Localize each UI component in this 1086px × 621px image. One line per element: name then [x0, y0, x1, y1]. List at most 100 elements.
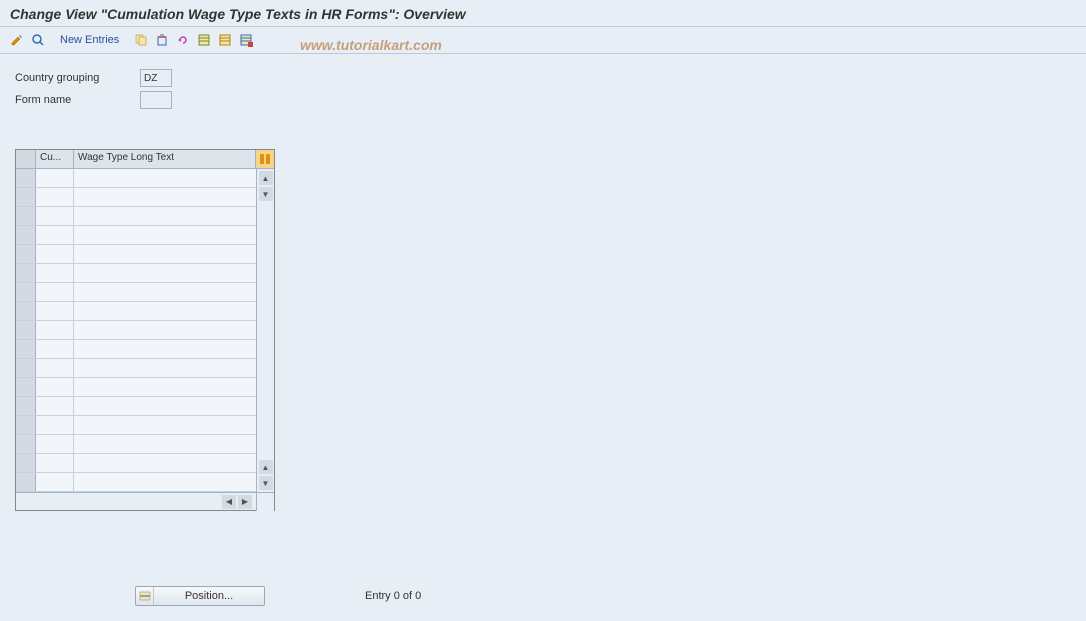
copy-icon[interactable] — [132, 31, 150, 49]
cell-cumulation[interactable] — [36, 169, 74, 187]
row-selector[interactable] — [16, 359, 36, 377]
cell-wagetype[interactable] — [74, 340, 256, 358]
country-grouping-field[interactable] — [140, 69, 172, 87]
cell-cumulation[interactable] — [36, 359, 74, 377]
row-selector[interactable] — [16, 226, 36, 244]
row-selector[interactable] — [16, 302, 36, 320]
cell-cumulation[interactable] — [36, 226, 74, 244]
row-selector[interactable] — [16, 435, 36, 453]
cell-wagetype[interactable] — [74, 473, 256, 491]
cell-cumulation[interactable] — [36, 340, 74, 358]
cell-cumulation[interactable] — [36, 321, 74, 339]
cell-wagetype[interactable] — [74, 169, 256, 187]
table-row — [16, 416, 256, 435]
row-selector[interactable] — [16, 321, 36, 339]
watermark-text: www.tutorialkart.com — [300, 37, 442, 53]
scroll-right-icon[interactable]: ▶ — [238, 495, 252, 509]
cell-cumulation[interactable] — [36, 302, 74, 320]
row-selector[interactable] — [16, 283, 36, 301]
col-header-wagetype[interactable]: Wage Type Long Text — [74, 150, 256, 168]
table-row — [16, 226, 256, 245]
cell-cumulation[interactable] — [36, 264, 74, 282]
row-selector[interactable] — [16, 454, 36, 472]
table-row — [16, 340, 256, 359]
cell-cumulation[interactable] — [36, 454, 74, 472]
cell-wagetype[interactable] — [74, 416, 256, 434]
scroll-down-step-icon[interactable]: ▼ — [259, 187, 273, 201]
new-entries-button[interactable]: New Entries — [54, 32, 125, 48]
table-row — [16, 454, 256, 473]
position-label: Position... — [154, 590, 264, 602]
cell-wagetype[interactable] — [74, 359, 256, 377]
form-name-label: Form name — [15, 94, 140, 106]
row-selector[interactable] — [16, 188, 36, 206]
table-row — [16, 378, 256, 397]
table-row — [16, 169, 256, 188]
cell-cumulation[interactable] — [36, 245, 74, 263]
row-selector[interactable] — [16, 473, 36, 491]
row-selector[interactable] — [16, 207, 36, 225]
scroll-left-icon[interactable]: ◀ — [222, 495, 236, 509]
row-selector[interactable] — [16, 264, 36, 282]
cell-wagetype[interactable] — [74, 435, 256, 453]
cell-cumulation[interactable] — [36, 188, 74, 206]
table-row — [16, 188, 256, 207]
table-row — [16, 245, 256, 264]
scroll-corner — [256, 493, 274, 511]
select-all-rows[interactable] — [16, 150, 36, 168]
cell-cumulation[interactable] — [36, 435, 74, 453]
table-row — [16, 264, 256, 283]
row-selector[interactable] — [16, 340, 36, 358]
cell-cumulation[interactable] — [36, 207, 74, 225]
undo-icon[interactable] — [174, 31, 192, 49]
cell-wagetype[interactable] — [74, 397, 256, 415]
cell-wagetype[interactable] — [74, 188, 256, 206]
table-row — [16, 435, 256, 454]
position-button[interactable]: Position... — [135, 586, 265, 606]
deselect-all-icon[interactable] — [216, 31, 234, 49]
cell-wagetype[interactable] — [74, 321, 256, 339]
row-selector[interactable] — [16, 397, 36, 415]
table-row — [16, 321, 256, 340]
cell-wagetype[interactable] — [74, 378, 256, 396]
cell-cumulation[interactable] — [36, 416, 74, 434]
form-name-field[interactable] — [140, 91, 172, 109]
row-selector[interactable] — [16, 416, 36, 434]
cell-wagetype[interactable] — [74, 207, 256, 225]
table-row — [16, 207, 256, 226]
entry-count-text: Entry 0 of 0 — [365, 590, 421, 602]
toolbar: New Entries — [0, 27, 1086, 54]
page-title: Change View "Cumulation Wage Type Texts … — [10, 6, 466, 22]
country-grouping-label: Country grouping — [15, 72, 140, 84]
cell-cumulation[interactable] — [36, 378, 74, 396]
cell-wagetype[interactable] — [74, 245, 256, 263]
cell-wagetype[interactable] — [74, 264, 256, 282]
scroll-down-icon[interactable]: ▼ — [259, 476, 273, 490]
select-all-icon[interactable] — [195, 31, 213, 49]
table-row — [16, 397, 256, 416]
horizontal-scrollbar[interactable]: ◀ ▶ — [16, 492, 274, 510]
table-row — [16, 302, 256, 321]
table-row — [16, 283, 256, 302]
delete-icon[interactable] — [153, 31, 171, 49]
scroll-up-step-icon[interactable]: ▲ — [259, 460, 273, 474]
cell-cumulation[interactable] — [36, 283, 74, 301]
scroll-up-icon[interactable]: ▲ — [259, 171, 273, 185]
cell-wagetype[interactable] — [74, 454, 256, 472]
cell-cumulation[interactable] — [36, 473, 74, 491]
row-selector[interactable] — [16, 378, 36, 396]
wage-type-table: Cu... Wage Type Long Text ▲ ▼ ▲ ▼ ◀ — [15, 149, 275, 511]
cell-wagetype[interactable] — [74, 226, 256, 244]
col-header-cumulation[interactable]: Cu... — [36, 150, 74, 168]
toggle-change-icon[interactable] — [8, 31, 26, 49]
vertical-scrollbar[interactable]: ▲ ▼ ▲ ▼ — [256, 169, 274, 492]
cell-cumulation[interactable] — [36, 397, 74, 415]
print-icon[interactable] — [237, 31, 255, 49]
cell-wagetype[interactable] — [74, 302, 256, 320]
row-selector[interactable] — [16, 169, 36, 187]
row-selector[interactable] — [16, 245, 36, 263]
cell-wagetype[interactable] — [74, 283, 256, 301]
table-row — [16, 473, 256, 492]
other-view-icon[interactable] — [29, 31, 47, 49]
table-config-icon[interactable] — [256, 150, 274, 168]
